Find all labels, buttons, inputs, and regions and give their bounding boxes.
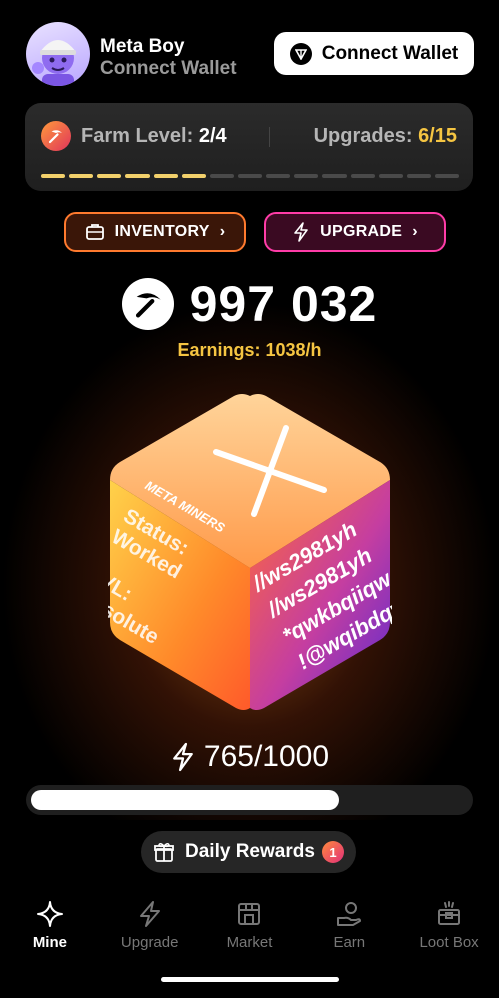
user-name: Meta Boy [100,36,185,57]
loot-box-icon [438,901,461,925]
progress-segment [69,174,94,178]
progress-segment [41,174,66,178]
upgrades-value: 6/15 [418,125,457,147]
store-icon [238,903,261,925]
lightning-icon [173,742,193,772]
progress-segment [434,174,460,178]
nav-market-label: Market [226,934,273,951]
balance-row: 997 032 [0,276,499,332]
daily-rewards-button[interactable]: Daily Rewards 1 [141,831,356,873]
progress-segment [266,174,291,178]
nav-market[interactable]: Market [200,900,300,960]
farm-level: Farm Level: 2/4 [81,125,227,148]
pickaxe-icon [41,121,71,151]
nav-mine[interactable]: Mine [0,900,100,960]
progress-segment [322,174,347,178]
ton-icon [289,42,312,65]
progress-segment [378,174,403,178]
farm-panel[interactable]: Farm Level: 2/4 Upgrades: 6/15 [25,103,473,191]
header: Meta Boy Connect Wallet Connect Wallet [26,22,474,88]
nav-upgrade-label: Upgrade [120,934,179,951]
chevron-right-icon: › [412,223,418,240]
farm-level-value: 2/4 [198,125,227,147]
nav-earn-label: Earn [333,934,366,951]
daily-rewards-label: Daily Rewards [185,841,315,862]
progress-segment [97,174,122,178]
pickaxe-icon [121,278,174,330]
user-subtitle: Connect Wallet [100,58,237,79]
nav-earn[interactable]: Earn [299,900,399,960]
energy-value: 765/1000 [203,740,330,773]
progress-segment [209,174,234,178]
divider [269,127,270,147]
nav-loot-box-label: Loot Box [419,934,479,951]
mining-cube[interactable]: META MINERS Status: Worked LVL: Absolute… [74,392,414,712]
progress-segment [153,174,178,178]
notification-badge: 1 [322,841,344,863]
lightning-icon [294,222,308,242]
nav-mine-label: Mine [32,934,67,951]
connect-wallet-button[interactable]: Connect Wallet [274,32,474,75]
nav-loot-box[interactable]: Loot Box [399,900,499,960]
progress-segment [181,174,206,178]
inventory-label: INVENTORY [114,223,210,240]
upgrades-label: Upgrades: [313,125,419,147]
energy-row: 765/1000 [0,740,499,774]
energy-bar [26,785,473,815]
briefcase-icon [85,224,104,240]
balance-amount: 997 032 [189,276,378,332]
avatar[interactable] [26,22,90,86]
farm-level-label: Farm Level: [81,125,199,147]
chevron-right-icon: › [219,223,226,240]
inventory-button[interactable]: INVENTORY › [64,212,246,252]
upgrade-button[interactable]: UPGRADE › [264,212,446,252]
home-indicator[interactable] [161,977,339,982]
progress-segment [237,174,263,178]
progress-segment [350,174,375,178]
progress-segment [294,174,319,178]
earnings-rate: Earnings: 1038/h [177,340,322,360]
hand-coin-icon [337,902,362,926]
bottom-nav: Mine Upgrade Market Earn Loot Box [0,900,499,960]
lightning-icon [139,901,160,927]
gift-icon [154,842,174,862]
progress-segment [125,174,150,178]
sparkle-icon [36,901,63,927]
progress-segment [406,174,431,178]
upgrades-count: Upgrades: 6/15 [314,125,457,148]
connect-wallet-label: Connect Wallet [321,42,459,64]
nav-upgrade[interactable]: Upgrade [100,900,200,960]
energy-bar-fill [31,790,339,810]
upgrade-label: UPGRADE [320,223,403,240]
upgrade-progress [41,174,460,178]
